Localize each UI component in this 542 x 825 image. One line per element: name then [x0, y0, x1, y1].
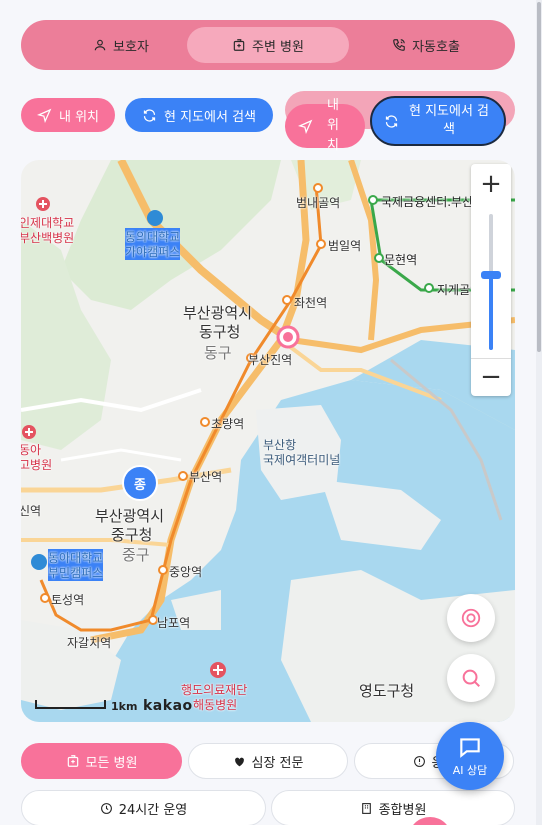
- hospital-icon: [66, 754, 80, 768]
- tab-nearby-hospital[interactable]: 주변 병원: [187, 27, 349, 63]
- map-label-station: 범일역: [328, 239, 362, 253]
- alert-icon: [413, 755, 426, 768]
- hospital-cluster-badge[interactable]: 종: [131, 474, 149, 493]
- locate-me-button[interactable]: [447, 594, 495, 642]
- filter-all-hospitals[interactable]: 모든 병원: [21, 743, 182, 779]
- tab-auto-call[interactable]: 자동호출: [351, 27, 501, 63]
- map-label-station: 부산진역: [248, 353, 293, 367]
- search-icon: [460, 667, 482, 689]
- map-label-station: 범내골역: [296, 196, 341, 210]
- my-location-button-overlay[interactable]: 내 위치: [285, 98, 365, 153]
- map-label-district: 중구청: [111, 526, 153, 544]
- map-search-button[interactable]: [447, 654, 495, 702]
- map-view[interactable]: 인제대학교 부산백병원 동의대학교 가야캠퍼스 범내골역 국제금융센터.부산 범…: [21, 160, 515, 722]
- target-icon: [460, 607, 482, 629]
- clock-icon: [100, 802, 113, 815]
- map-label-station: 신역: [21, 504, 42, 518]
- map-label-port: 국제여객터미널: [263, 453, 341, 467]
- my-location-label: 내 위치: [58, 109, 99, 125]
- my-location-overlay-label: 내 위치: [327, 98, 345, 153]
- map-label-district: 중구: [122, 546, 150, 564]
- zoom-slider-fill: [489, 275, 493, 350]
- hospital-icon: [232, 38, 246, 52]
- my-location-button[interactable]: 내 위치: [21, 98, 115, 132]
- navigation-arrow-icon: [298, 119, 313, 134]
- map-brand-logo: kakao: [143, 698, 193, 714]
- page-scrollbar[interactable]: [536, 0, 542, 825]
- map-label-district: 동구청: [199, 323, 241, 341]
- filter-general-hospital[interactable]: 종합병원: [271, 790, 515, 825]
- building-icon: [360, 802, 373, 815]
- tab-guardian-label: 보호자: [113, 39, 149, 55]
- chat-bubble-icon: [457, 734, 483, 760]
- tab-auto-call-label: 자동호출: [412, 39, 460, 55]
- map-label-district: 부산광역시: [183, 304, 253, 322]
- map-label-station: 초량역: [211, 417, 245, 431]
- map-scale-label: 1km: [111, 700, 138, 713]
- search-this-area-button[interactable]: 현 지도에서 검색: [125, 98, 273, 132]
- person-icon: [93, 38, 107, 52]
- search-this-area-label: 현 지도에서 검색: [164, 109, 256, 125]
- filter-24h-label: 24시간 운영: [118, 802, 188, 818]
- map-label-station: 문현역: [384, 253, 418, 267]
- heart-icon: [233, 755, 246, 768]
- map-label-district: 동구: [204, 344, 232, 362]
- map-label-hospital: 부산백병원: [21, 231, 75, 245]
- phone-icon: [392, 38, 406, 52]
- refresh-icon: [384, 114, 399, 129]
- map-label-station: 부산역: [189, 470, 223, 484]
- map-label-university: 가야캠퍼스: [125, 243, 181, 260]
- map-label-station: 남포역: [157, 616, 191, 630]
- zoom-in-button[interactable]: +: [471, 166, 511, 202]
- search-this-area-button-overlay[interactable]: 현 지도에서 검색: [370, 96, 506, 146]
- map-label-district: 부산광역시: [95, 507, 165, 525]
- map-label-district: 영도구청: [359, 682, 415, 700]
- filter-24h[interactable]: 24시간 운영: [21, 790, 266, 825]
- search-this-area-overlay-label: 현 지도에서 검색: [408, 104, 490, 137]
- zoom-control: + −: [471, 164, 511, 396]
- map-label-hospital: 해동병원: [193, 698, 238, 712]
- navigation-arrow-icon: [36, 108, 52, 123]
- ai-chat-label: AI 상담: [452, 764, 488, 777]
- filter-cardiac[interactable]: 심장 전문: [188, 743, 348, 779]
- map-label-station: 좌천역: [294, 296, 328, 310]
- filter-all-hospitals-label: 모든 병원: [85, 755, 138, 771]
- ai-chat-button[interactable]: AI 상담: [436, 722, 504, 790]
- filter-cardiac-label: 심장 전문: [251, 755, 304, 771]
- map-label-hospital: 고병원: [21, 458, 53, 472]
- filter-general-hospital-label: 종합병원: [378, 802, 427, 818]
- map-label-station: 중앙역: [169, 565, 203, 579]
- zoom-slider-handle[interactable]: [481, 271, 501, 280]
- map-label-university: 부민캠퍼스: [48, 564, 104, 581]
- map-label-station: 국제금융센터.부산: [381, 195, 474, 209]
- map-label-station: 토성역: [51, 593, 85, 607]
- tab-guardian[interactable]: 보호자: [51, 27, 191, 63]
- map-label-station: 자갈치역: [67, 636, 112, 650]
- scrollbar-thumb[interactable]: [537, 2, 541, 352]
- top-navigation: 보호자 주변 병원 자동호출: [21, 20, 515, 70]
- refresh-icon: [142, 108, 157, 123]
- tab-nearby-hospital-label: 주변 병원: [252, 39, 304, 55]
- zoom-out-button[interactable]: −: [471, 358, 511, 394]
